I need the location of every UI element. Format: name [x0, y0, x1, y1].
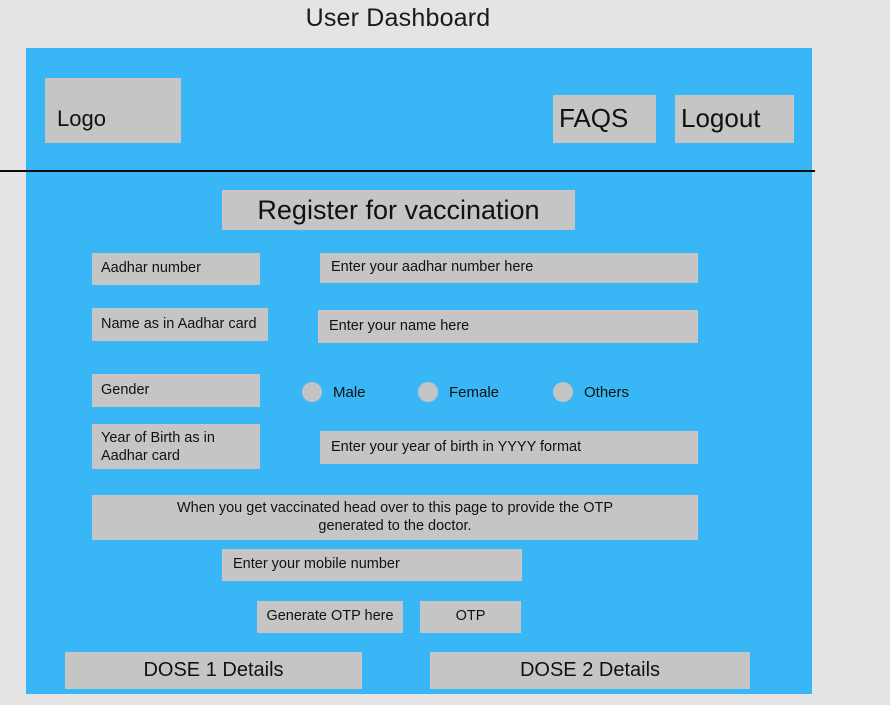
header-divider [0, 170, 815, 172]
faqs-button[interactable]: FAQS [553, 95, 656, 143]
logout-button[interactable]: Logout [675, 95, 794, 143]
label-gender: Gender [92, 374, 260, 407]
radio-circle-icon[interactable] [553, 382, 573, 402]
otp-notice-text: When you get vaccinated head over to thi… [92, 495, 698, 540]
generate-otp-button[interactable]: Generate OTP here [257, 601, 403, 633]
radio-gender-female[interactable]: Female [418, 382, 499, 402]
dose-2-details-button[interactable]: DOSE 2 Details [430, 652, 750, 689]
page-title: User Dashboard [305, 4, 491, 32]
label-aadhar-number: Aadhar number [92, 253, 260, 285]
radio-label-male: Male [333, 383, 366, 401]
input-name[interactable]: Enter your name here [318, 310, 698, 343]
label-year-of-birth: Year of Birth as in Aadhar card [92, 424, 260, 469]
label-name: Name as in Aadhar card [92, 308, 268, 341]
dose-1-details-button[interactable]: DOSE 1 Details [65, 652, 362, 689]
radio-label-others: Others [584, 383, 630, 401]
radio-circle-icon[interactable] [302, 382, 322, 402]
radio-gender-others[interactable]: Others [553, 382, 629, 402]
radio-circle-icon[interactable] [418, 382, 438, 402]
input-aadhar-number[interactable]: Enter your aadhar number here [320, 253, 698, 283]
input-year-of-birth[interactable]: Enter your year of birth in YYYY format [320, 431, 698, 464]
radio-label-female: Female [449, 383, 500, 401]
dashboard-panel: Logo FAQS Logout Register for vaccinatio… [0, 48, 815, 694]
register-section-title: Register for vaccination [222, 190, 575, 230]
radio-gender-male[interactable]: Male [302, 382, 366, 402]
input-otp[interactable]: OTP [420, 601, 521, 633]
input-mobile-number[interactable]: Enter your mobile number [222, 549, 522, 581]
logo-box: Logo [45, 78, 181, 143]
